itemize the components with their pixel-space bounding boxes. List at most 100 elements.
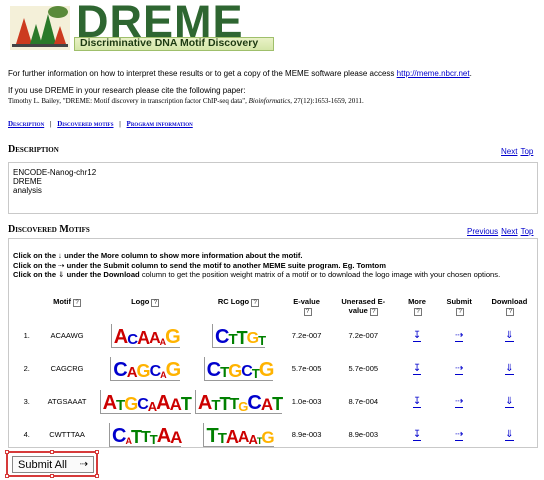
motif-logo: CATTTAA bbox=[98, 418, 193, 451]
help-icon[interactable]: ? bbox=[414, 308, 423, 316]
motif-id: ATGSAAAT bbox=[47, 397, 87, 406]
resize-handle[interactable] bbox=[50, 450, 54, 454]
evalue: 8.9e-003 bbox=[291, 430, 322, 439]
citation: Timothy L. Bailey, "DREME: Motif discove… bbox=[8, 96, 538, 106]
motif-id: ACAAWG bbox=[50, 331, 84, 340]
resize-handle[interactable] bbox=[5, 474, 9, 478]
download-motif-icon[interactable]: ⇓ bbox=[505, 330, 514, 342]
table-row: 1. ACAAWG A C A A A G C T T G T 7.2e-007 7.2e-007 ↧ ⇢ ⇓ bbox=[17, 319, 537, 352]
row-number: 3. bbox=[23, 397, 30, 406]
col-rc-logo: RC Logo? bbox=[193, 297, 284, 319]
citation-text: Timothy L. Bailey, "DREME: Motif discove… bbox=[8, 97, 247, 105]
motif-id: CWTTTAA bbox=[49, 430, 85, 439]
motif-logo: CAGCAG bbox=[98, 352, 193, 385]
submit-all-button[interactable]: Submit All ⇢ bbox=[12, 456, 94, 473]
more-info-icon[interactable]: ↧ bbox=[412, 396, 422, 408]
nav-description[interactable]: Description bbox=[8, 120, 44, 128]
resize-handle[interactable] bbox=[95, 474, 99, 478]
motif-logo: ATGCAAAT bbox=[98, 385, 193, 418]
section-nav: Description | Discovered motifs | Progra… bbox=[8, 120, 193, 128]
nav-discovered-motifs[interactable]: Discovered motifs bbox=[57, 120, 113, 128]
unerased-evalue: 8.9e-003 bbox=[348, 430, 379, 439]
table-row: 4. CWTTTAA C A T T T A A T T A A A T G 8.9e-003 8.9e-003 ↧… bbox=[17, 418, 537, 451]
table-row: 3. ATGSAAAT A T G C A A A T A T T T G C A T 1.0e-003 8.7e-0… bbox=[17, 385, 537, 418]
motifs-top-link[interactable]: Top bbox=[521, 227, 534, 236]
help-icon[interactable]: ? bbox=[73, 299, 81, 307]
motifs-next-link[interactable]: Next bbox=[501, 227, 517, 236]
col-unerased-evalue: Unerased E-value? bbox=[341, 297, 386, 316]
motifs-links: Previous Next Top bbox=[464, 227, 533, 236]
sequence-logo-icon: CAGCAG bbox=[110, 356, 181, 381]
unerased-evalue: 8.7e-004 bbox=[348, 397, 379, 406]
row-number: 1. bbox=[23, 331, 30, 340]
submit-all-selection: Submit All ⇢ bbox=[5, 450, 99, 478]
unerased-evalue: 7.2e-007 bbox=[348, 331, 379, 340]
motif-logo: ACAAAG bbox=[98, 319, 193, 352]
rc-sequence-logo-icon: CTTGT bbox=[212, 323, 266, 348]
motif-rc-logo: TTAAATG bbox=[193, 418, 284, 451]
rc-sequence-logo-icon: TTAAATG bbox=[203, 422, 275, 447]
sequence-logo-icon: ATGCAAAT bbox=[99, 389, 192, 414]
motifs-title: Discovered Motifs bbox=[8, 224, 90, 235]
description-line: DREME bbox=[13, 177, 42, 186]
info-text: For further information on how to interp… bbox=[8, 69, 395, 78]
rc-sequence-logo-icon: ATTTGCAT bbox=[194, 389, 283, 414]
citation-journal: Bioinformatics bbox=[248, 97, 291, 105]
more-info-icon[interactable]: ↧ bbox=[412, 363, 422, 375]
help-icon[interactable]: ? bbox=[456, 308, 465, 316]
instruction-submit: Click on the ⇢ under the Submit column t… bbox=[13, 260, 386, 270]
resize-handle[interactable] bbox=[5, 450, 9, 454]
nav-program-information[interactable]: Program information bbox=[127, 120, 193, 128]
evalue: 5.7e-005 bbox=[291, 364, 322, 373]
description-links: Next Top bbox=[498, 147, 533, 156]
submit-motif-icon[interactable]: ⇢ bbox=[454, 330, 464, 342]
help-icon[interactable]: ? bbox=[151, 299, 160, 307]
info-line-1: For further information on how to interp… bbox=[8, 69, 538, 79]
col-motif: Motif? bbox=[37, 297, 98, 319]
more-info-icon[interactable]: ↧ bbox=[412, 330, 422, 342]
citation-ref: , 27(12):1653-1659, 2011. bbox=[290, 97, 364, 105]
instruction-more: Click on the ↓ under the More column to … bbox=[13, 251, 303, 260]
col-logo: Logo? bbox=[98, 297, 193, 319]
motif-rc-logo: CTGCTG bbox=[193, 352, 284, 385]
col-submit: Submit? bbox=[446, 297, 472, 316]
submit-motif-icon[interactable]: ⇢ bbox=[454, 396, 464, 408]
download-motif-icon[interactable]: ⇓ bbox=[505, 396, 514, 408]
motif-id: CAGCRG bbox=[50, 364, 84, 373]
download-motif-icon[interactable]: ⇓ bbox=[505, 363, 514, 375]
resize-handle[interactable] bbox=[50, 474, 54, 478]
download-motif-icon[interactable]: ⇓ bbox=[505, 429, 514, 441]
row-number: 4. bbox=[23, 430, 30, 439]
more-info-icon[interactable]: ↧ bbox=[412, 429, 422, 441]
help-icon[interactable]: ? bbox=[506, 308, 515, 316]
motifs-table: Motif? Logo? RC Logo? E-value? Unerased … bbox=[17, 297, 537, 451]
col-download: Download? bbox=[491, 297, 528, 316]
resize-handle[interactable] bbox=[95, 450, 99, 454]
description-line: ENCODE-Nanog-chr12 bbox=[13, 168, 97, 177]
description-top-link[interactable]: Top bbox=[520, 147, 533, 156]
help-icon[interactable]: ? bbox=[303, 308, 312, 316]
meme-link[interactable]: http://meme.nbcr.net bbox=[397, 69, 470, 78]
col-more: More? bbox=[408, 297, 426, 316]
submit-motif-icon[interactable]: ⇢ bbox=[454, 363, 464, 375]
motifs-previous-link[interactable]: Previous bbox=[467, 227, 498, 236]
instructions: Click on the ↓ under the More column to … bbox=[13, 251, 533, 280]
col-evalue: E-value? bbox=[293, 297, 320, 316]
description-box: ENCODE-Nanog-chr12 DREME analysis bbox=[8, 162, 538, 214]
submit-motif-icon[interactable]: ⇢ bbox=[454, 429, 464, 441]
motif-rc-logo: ATTTGCAT bbox=[193, 385, 284, 418]
submit-all-label: Submit All bbox=[18, 459, 67, 471]
tagline: Discriminative DNA Motif Discovery bbox=[80, 37, 259, 49]
instruction-download: Click on the ⇓ under the Download column… bbox=[13, 270, 501, 279]
help-icon[interactable]: ? bbox=[369, 308, 378, 316]
description-next-link[interactable]: Next bbox=[501, 147, 517, 156]
evalue: 1.0e-003 bbox=[291, 397, 322, 406]
unerased-evalue: 5.7e-005 bbox=[348, 364, 379, 373]
info-end: . bbox=[469, 69, 472, 78]
submit-arrow-icon: ⇢ bbox=[79, 459, 88, 470]
help-icon[interactable]: ? bbox=[251, 299, 260, 307]
description-line: analysis bbox=[13, 186, 42, 195]
sequence-logo-icon: CATTTAA bbox=[109, 422, 182, 447]
dreme-header: DREME Discriminative DNA Motif Discovery bbox=[8, 0, 308, 62]
table-header-row: Motif? Logo? RC Logo? E-value? Unerased … bbox=[17, 297, 537, 319]
